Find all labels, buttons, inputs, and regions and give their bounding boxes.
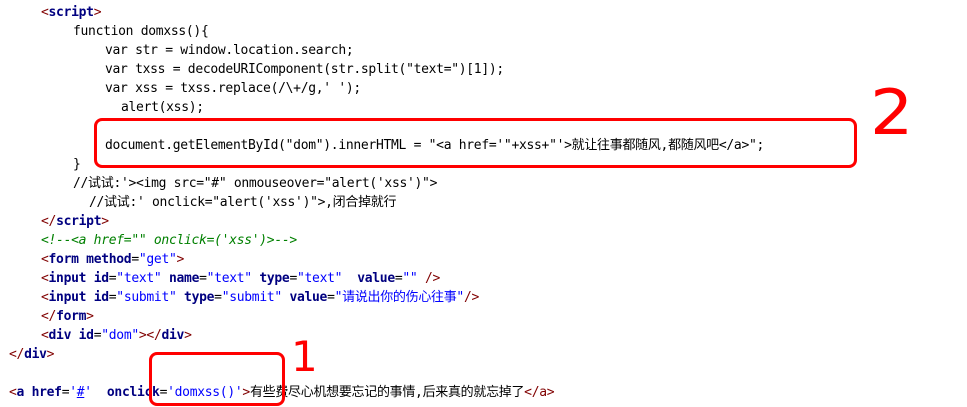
annotation-number-2: 2 — [870, 76, 914, 149]
js-alert-call: alert(xss); — [121, 100, 204, 115]
js-comment-hint-2: //试试:' onclick="alert('xss')">,闭合掉就行 — [89, 195, 397, 210]
js-function-declaration: function domxss(){ — [73, 24, 209, 39]
js-xss-assignment: var xss = txss.replace(/\+/g,' '); — [105, 81, 361, 96]
highlight-box-innerhtml — [94, 118, 857, 168]
js-comment-hint-1: //试试:'><img src="#" onmouseover="alert('… — [73, 176, 438, 191]
script-open-tag: <script> — [41, 5, 102, 20]
html-comment: <!--<a href="" onclick=('xss')>--> — [41, 233, 297, 248]
js-txss-assignment: var txss = decodeURIComponent(str.split(… — [105, 62, 504, 77]
script-close-tag: </script> — [41, 214, 109, 229]
div-dom-tag: <div id="dom"></div> — [41, 328, 192, 343]
div-close-tag: </div> — [9, 347, 55, 362]
input-submit-tag: <input id="submit" type="submit" value="… — [41, 290, 480, 305]
js-str-assignment: var str = window.location.search; — [105, 43, 354, 58]
annotation-number-1: 1 — [291, 332, 318, 381]
form-open-tag: <form method="get"> — [41, 252, 185, 267]
form-close-tag: </form> — [41, 309, 94, 324]
js-function-close: } — [73, 157, 81, 172]
input-text-tag: <input id="text" name="text" type="text"… — [41, 271, 441, 286]
highlight-box-onclick — [149, 352, 285, 406]
